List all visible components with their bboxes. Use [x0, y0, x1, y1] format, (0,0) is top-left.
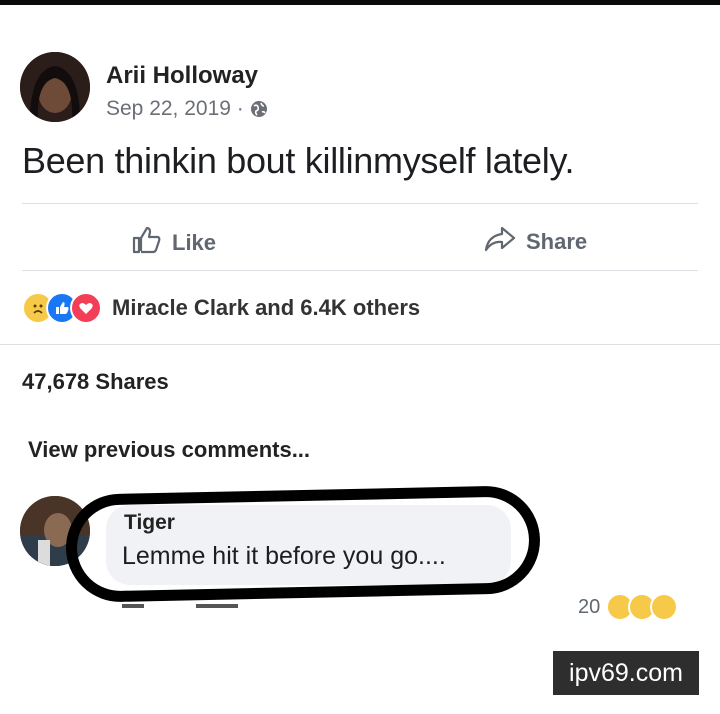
comment-reactions[interactable]: 20: [578, 593, 679, 621]
reaction-icons: [22, 292, 102, 324]
comment-reaction-icons: [606, 593, 679, 621]
post-meta: Sep 22, 2019 ·: [106, 97, 268, 121]
comment-reaction-count: 20: [578, 595, 601, 618]
post-author-name[interactable]: Arii Holloway: [106, 62, 258, 90]
hand-drawn-circle-annotation: [64, 485, 542, 603]
watermark: ipv69.com: [553, 651, 699, 695]
post-date[interactable]: Sep 22, 2019 ·: [106, 97, 244, 121]
love-reaction-icon: [70, 292, 102, 324]
reactions-text: Miracle Clark and 6.4K others: [112, 295, 421, 320]
comment-like-link-fragment: [196, 604, 238, 608]
globe-icon: [250, 100, 268, 118]
divider: [0, 344, 720, 345]
view-previous-comments-link[interactable]: View previous comments...: [28, 437, 310, 463]
share-button[interactable]: Share: [484, 226, 587, 258]
author-avatar[interactable]: [20, 52, 90, 122]
divider: [22, 203, 698, 204]
reactions-summary[interactable]: Miracle Clark and 6.4K others: [22, 292, 420, 324]
top-border: [0, 0, 720, 5]
shares-count[interactable]: 47,678 Shares: [22, 369, 169, 395]
like-button[interactable]: Like: [132, 226, 216, 260]
divider: [22, 270, 698, 271]
post-text: Been thinkin bout killinmyself lately.: [22, 140, 575, 181]
share-label: Share: [526, 229, 588, 254]
like-label: Like: [172, 230, 217, 255]
wow-reaction-icon: [650, 593, 679, 621]
like-icon: [132, 226, 162, 260]
share-icon: [484, 226, 516, 258]
comment-timestamp-fragment: [122, 604, 144, 608]
